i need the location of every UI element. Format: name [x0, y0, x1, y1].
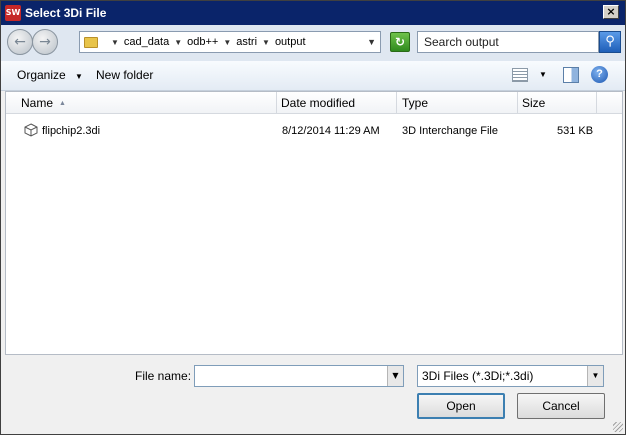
column-header-type[interactable]: Type	[402, 96, 428, 110]
file-list[interactable]: Name ▲ Date modified Type Size flipchip2.…	[5, 91, 623, 355]
file-name-input[interactable]: ▼	[194, 365, 404, 387]
file-row[interactable]: flipchip2.3di 8/12/2014 11:29 AM 3D Inte…	[6, 122, 622, 142]
file-type-cell: 3D Interchange File	[402, 125, 498, 137]
breadcrumb-chevron-icon[interactable]: ▼	[262, 38, 270, 47]
column-divider[interactable]	[396, 92, 397, 114]
breadcrumb-item[interactable]: odb++	[187, 36, 218, 48]
address-row: ← → ▼ cad_data ▼ odb++ ▼ astri ▼ output …	[1, 25, 625, 61]
column-name-label: Name	[21, 96, 54, 110]
breadcrumb-item[interactable]: output	[275, 36, 306, 48]
view-details-icon[interactable]	[512, 68, 528, 82]
title-bar: SW Select 3Di File ×	[1, 1, 625, 25]
folder-icon	[84, 36, 98, 48]
filter-dropdown-icon[interactable]: ▼	[587, 366, 603, 386]
command-bar: Organize ▼ New folder ▼ ?	[1, 61, 625, 91]
view-menu-chevron-icon[interactable]: ▼	[539, 70, 547, 79]
preview-pane-icon[interactable]	[563, 67, 579, 83]
new-folder-button[interactable]: New folder	[96, 68, 153, 82]
dialog-title: Select 3Di File	[25, 6, 107, 20]
column-header-name[interactable]: Name ▲	[21, 96, 66, 110]
search-input[interactable]: Search output	[417, 31, 599, 53]
file-type-filter[interactable]: 3Di Files (*.3Di;*.3di) ▼	[417, 365, 604, 387]
column-headers: Name ▲ Date modified Type Size	[6, 92, 622, 114]
organize-button[interactable]: Organize ▼	[17, 68, 83, 82]
search-icon[interactable]: ⚲	[599, 31, 621, 53]
close-button[interactable]: ×	[603, 5, 619, 19]
breadcrumb-chevron-icon[interactable]: ▼	[111, 38, 119, 47]
breadcrumb-item[interactable]: cad_data	[124, 36, 169, 48]
column-header-date[interactable]: Date modified	[281, 96, 355, 110]
breadcrumb[interactable]: ▼ cad_data ▼ odb++ ▼ astri ▼ output ▼	[79, 31, 381, 53]
help-icon[interactable]: ?	[591, 66, 608, 83]
refresh-icon[interactable]: ↻	[390, 32, 410, 52]
cancel-button[interactable]: Cancel	[517, 393, 605, 419]
column-header-size[interactable]: Size	[522, 96, 545, 110]
address-dropdown-icon[interactable]: ▼	[367, 37, 376, 47]
organize-label: Organize	[17, 68, 66, 82]
breadcrumb-item[interactable]: astri	[236, 36, 257, 48]
column-divider[interactable]	[276, 92, 277, 114]
app-logo-icon: SW	[5, 5, 21, 21]
breadcrumb-chevron-icon[interactable]: ▼	[223, 38, 231, 47]
file-dialog: SW Select 3Di File × ← → ▼ cad_data ▼ od…	[0, 0, 626, 435]
file-type-filter-value: 3Di Files (*.3Di;*.3di)	[422, 369, 534, 383]
nav-buttons: ← →	[7, 29, 58, 55]
column-divider[interactable]	[596, 92, 597, 114]
sort-ascending-icon: ▲	[59, 100, 66, 107]
file-name-dropdown-icon[interactable]: ▼	[387, 366, 403, 386]
cube-icon	[24, 123, 38, 137]
column-divider[interactable]	[517, 92, 518, 114]
file-name-cell: flipchip2.3di	[42, 125, 101, 137]
breadcrumb-chevron-icon[interactable]: ▼	[174, 38, 182, 47]
chevron-down-icon: ▼	[75, 72, 83, 81]
file-size-cell: 531 KB	[557, 125, 594, 137]
file-name-label: File name:	[135, 369, 192, 383]
resize-grip-icon[interactable]	[613, 422, 623, 432]
open-button[interactable]: Open	[417, 393, 505, 419]
file-date-cell: 8/12/2014 11:29 AM	[282, 125, 380, 137]
back-arrow-icon[interactable]: ←	[7, 29, 33, 55]
forward-arrow-icon[interactable]: →	[32, 29, 58, 55]
